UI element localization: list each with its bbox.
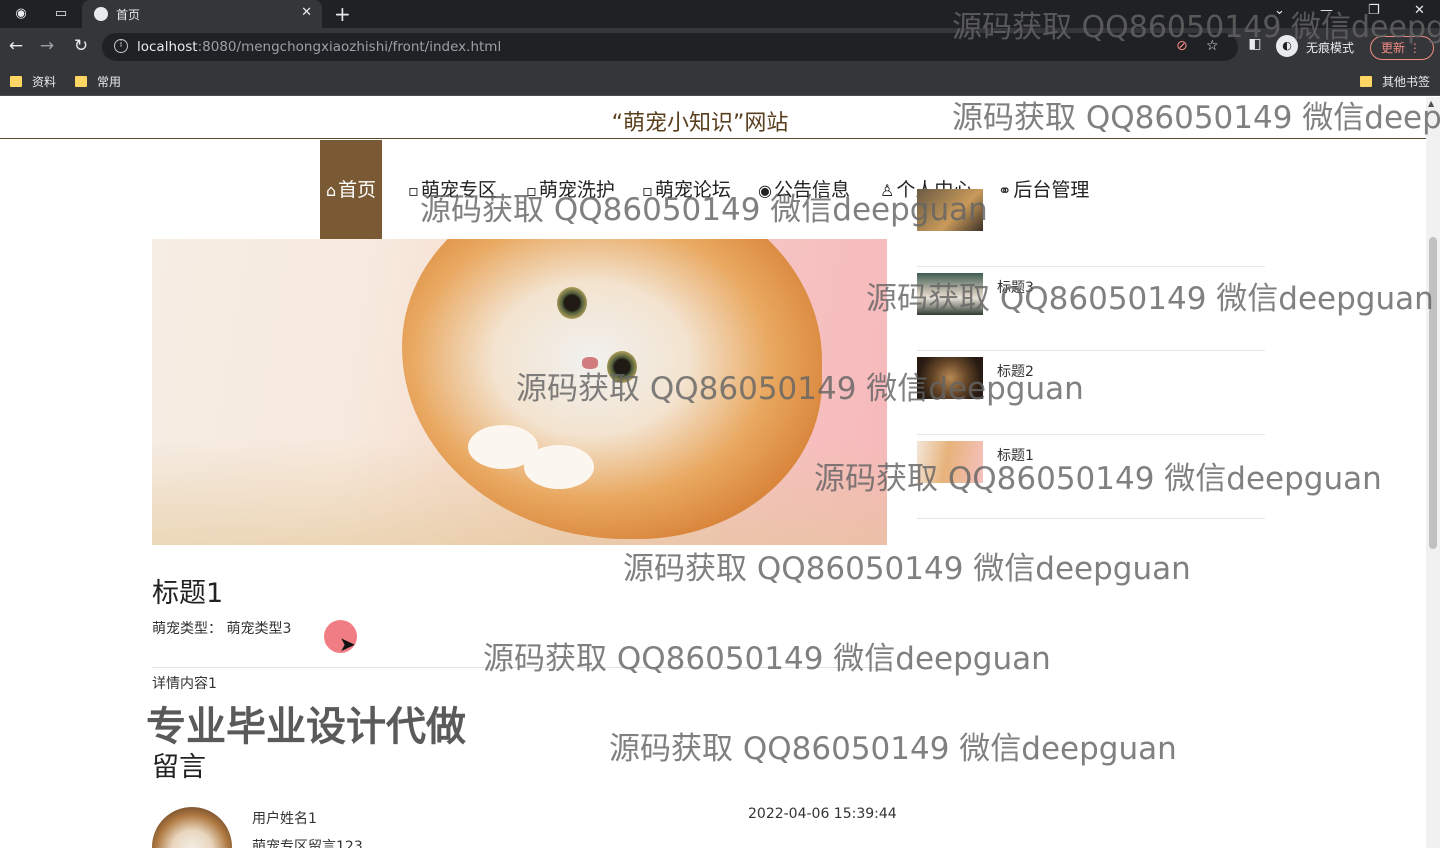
forward-icon[interactable]: →	[36, 36, 58, 56]
browser-titlebar: ◉ ▭ 首页 ✕ + ⌄ — ❐ ✕	[0, 0, 1440, 28]
reload-icon[interactable]: ↻	[70, 36, 92, 56]
update-button[interactable]: 更新 ⋮	[1370, 36, 1434, 60]
minimize-icon[interactable]: —	[1320, 3, 1333, 18]
browser-tab[interactable]: 首页 ✕	[82, 0, 322, 28]
cat-eye-right	[607, 351, 637, 383]
detail-type: 萌宠类型： 萌宠类型3	[152, 618, 291, 638]
incognito-label: 无痕模式	[1306, 41, 1355, 55]
notice-icon: ◉	[758, 181, 772, 200]
divider	[152, 667, 887, 668]
close-window-icon[interactable]: ✕	[1414, 3, 1425, 18]
restore-icon[interactable]: ❐	[1368, 3, 1380, 18]
nav-item-notice[interactable]: ◉ 公告信息	[758, 140, 850, 240]
detail-title: 标题1	[152, 578, 224, 609]
comment-item: 用户姓名1 2022-04-06 15:39:44 萌宠专区留言123	[152, 805, 897, 848]
thumbnail	[917, 357, 983, 399]
comment-time: 2022-04-06 15:39:44	[748, 806, 897, 822]
folder-icon	[1360, 76, 1372, 87]
sidepanel-icon[interactable]: ◧	[1244, 36, 1266, 52]
cat-eye-left	[557, 287, 587, 319]
list-item[interactable]: 标题1	[917, 435, 1265, 519]
chevron-down-icon[interactable]: ⌄	[1274, 3, 1285, 18]
nav-item-pet-zone[interactable]: ▫ 萌宠专区	[408, 140, 497, 240]
thumbnail	[917, 441, 983, 483]
list-item-title: 标题1	[997, 448, 1034, 464]
thumbnail	[917, 273, 983, 315]
bookmarks-bar: 资料 常用 其他书签	[0, 66, 1440, 96]
incognito-icon: ◐	[1276, 35, 1298, 57]
mouse-cursor-icon: ➤	[339, 632, 356, 656]
bookmark-folder-ziliao[interactable]: 资料	[10, 73, 56, 90]
address-bar[interactable]: i localhost:8080/mengchongxiaozhishi/fro…	[102, 33, 1238, 61]
list-item-title: 标题2	[997, 364, 1034, 380]
type-value: 萌宠类型3	[226, 621, 292, 637]
tab-title: 首页	[116, 8, 141, 22]
comment-text: 萌宠专区留言123	[252, 839, 363, 848]
nav-item-pet-care[interactable]: ▫ 萌宠洗护	[526, 140, 615, 240]
tab-overview-icon[interactable]: ▭	[50, 4, 72, 24]
list-icon: ▫	[526, 181, 537, 200]
bookmark-folder-other[interactable]: 其他书签	[1360, 73, 1430, 90]
site-info-icon[interactable]: i	[114, 39, 128, 53]
scroll-up-icon[interactable]: ▲	[1428, 99, 1434, 108]
list-item-title: 标题3	[997, 280, 1034, 296]
thumbnail	[917, 189, 983, 231]
user-icon: ♙	[880, 181, 895, 200]
folder-icon	[10, 76, 22, 87]
scrollbar-thumb[interactable]	[1429, 237, 1437, 549]
cat-nose	[582, 357, 598, 369]
grid-icon: ▫	[408, 181, 419, 200]
folder-icon	[75, 76, 87, 87]
scrollbar[interactable]: ▲	[1426, 97, 1440, 848]
back-icon[interactable]: ←	[5, 36, 27, 56]
hero-image	[152, 239, 887, 545]
list-item[interactable]: 标题3	[917, 267, 1265, 351]
nav-item-forum[interactable]: ▫ 萌宠论坛	[642, 140, 731, 240]
list-item[interactable]	[917, 183, 1265, 267]
list-item[interactable]: 标题2	[917, 351, 1265, 435]
forum-icon: ▫	[642, 181, 653, 200]
close-tab-icon[interactable]: ✕	[301, 5, 312, 20]
type-label: 萌宠类型：	[152, 621, 222, 637]
avatar	[152, 807, 232, 848]
bookmark-folder-changyong[interactable]: 常用	[75, 73, 121, 90]
site-title: “萌宠小知识”网站	[611, 111, 789, 136]
browser-toolbar: ← → ↻ i localhost:8080/mengchongxiaozhis…	[0, 28, 1440, 66]
cat-paw	[524, 445, 594, 489]
nav-item-home[interactable]: ⌂ 首页	[320, 140, 383, 240]
new-tab-icon[interactable]: +	[334, 2, 351, 26]
comment-user: 用户姓名1	[252, 811, 317, 827]
bookmark-star-icon[interactable]: ☆	[1206, 38, 1219, 54]
promo-text: 专业毕业设计代做	[146, 704, 466, 750]
detail-content: 详情内容1	[152, 676, 217, 692]
blocked-icon[interactable]: ⊘	[1176, 38, 1188, 54]
globe-icon[interactable]: ◉	[10, 4, 32, 24]
favicon-icon	[94, 7, 108, 21]
url-text[interactable]: localhost:8080/mengchongxiaozhishi/front…	[137, 39, 501, 55]
site-header: “萌宠小知识”网站	[0, 97, 1426, 139]
home-icon: ⌂	[326, 181, 337, 200]
